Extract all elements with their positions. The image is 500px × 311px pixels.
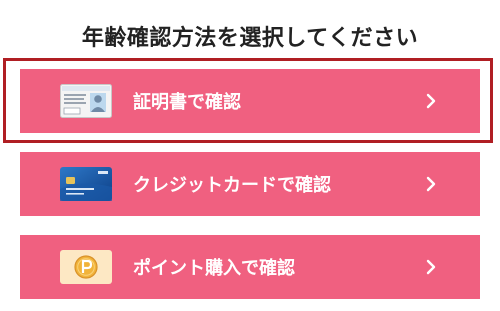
verify-by-point-purchase-button[interactable]: ポイント購入で確認 <box>20 235 480 299</box>
verify-by-point-purchase-label: ポイント購入で確認 <box>133 258 295 279</box>
verify-by-credit-card-button[interactable]: クレジットカードで確認 <box>20 152 480 216</box>
chevron-right-icon <box>426 259 436 275</box>
verify-by-id-button[interactable]: 証明書で確認 <box>20 69 480 133</box>
chevron-right-icon <box>426 176 436 192</box>
id-card-icon <box>60 84 112 118</box>
point-coin-icon <box>60 250 112 284</box>
verify-by-id-label: 証明書で確認 <box>133 92 241 113</box>
age-verification-page: 年齢確認方法を選択してください 証明書で確認 クレジットカードで確認 ポイント購… <box>0 0 500 311</box>
page-title: 年齢確認方法を選択してください <box>81 26 419 51</box>
chevron-right-icon <box>426 93 436 109</box>
verify-by-credit-card-label: クレジットカードで確認 <box>133 175 331 196</box>
credit-card-icon <box>60 167 112 201</box>
